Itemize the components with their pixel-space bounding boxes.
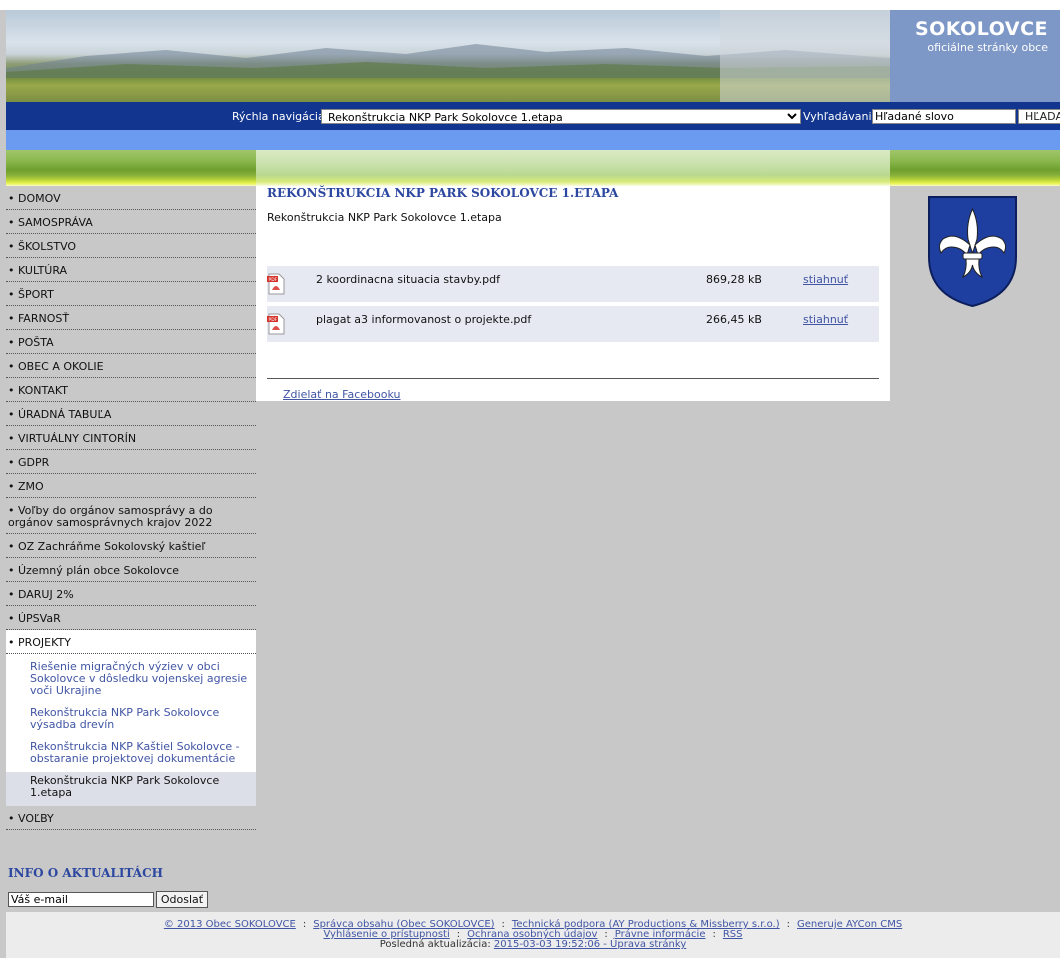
footer: © 2013 Obec SOKOLOVCE: Správca obsahu (Ob…: [6, 912, 1060, 958]
submenu-item-park-1-etapa[interactable]: Rekonštrukcia NKP Park Sokolovce 1.etapa: [6, 772, 256, 806]
site-title-box: SOKOLOVCE oficiálne stránky obce: [890, 10, 1060, 102]
newsletter-title: INFO O AKTUALITÁCH: [8, 866, 163, 880]
menu-item-upsvar[interactable]: • ÚPSVaR: [6, 606, 256, 630]
decor-band-blue: [6, 130, 1060, 150]
search-button[interactable]: HĽADAŤ: [1018, 109, 1060, 124]
submenu-item-kastiel-dokumentacia[interactable]: Rekonštrukcia NKP Kaštiel Sokolovce - ob…: [6, 738, 256, 772]
footer-rss-link[interactable]: RSS: [723, 929, 743, 940]
menu-item-zmo[interactable]: • ZMO: [6, 474, 256, 498]
file-name: plagat a3 informovanost o projekte.pdf: [316, 313, 532, 326]
menu-item-samosprava[interactable]: • SAMOSPRÁVA: [6, 210, 256, 234]
decor-band-green-center: [256, 150, 890, 186]
menu-item-uradna-tabula[interactable]: • ÚRADNÁ TABUĽA: [6, 402, 256, 426]
pdf-icon: PDF: [267, 273, 285, 295]
file-row: PDF 2 koordinacna situacia stavby.pdf 86…: [267, 266, 879, 302]
sidebar-menu: • DOMOV • SAMOSPRÁVA • ŠKOLSTVO • KULTÚR…: [6, 186, 256, 830]
file-row: PDF plagat a3 informovanost o projekte.p…: [267, 306, 879, 342]
menu-item-gdpr[interactable]: • GDPR: [6, 450, 256, 474]
projekty-submenu: Riešenie migračných výziev v obci Sokolo…: [6, 654, 256, 806]
menu-item-volby[interactable]: • VOĽBY: [6, 806, 256, 830]
menu-item-daruj[interactable]: • DARUJ 2%: [6, 582, 256, 606]
main-content: REKONŠTRUKCIA NKP PARK SOKOLOVCE 1.ETAPA…: [256, 186, 890, 401]
content-divider: [267, 378, 879, 379]
svg-text:PDF: PDF: [269, 277, 278, 283]
site-title: SOKOLOVCE: [914, 18, 1048, 40]
menu-item-virtualny-cintorin[interactable]: • VIRTUÁLNY CINTORÍN: [6, 426, 256, 450]
menu-item-volby-2022[interactable]: • Voľby do orgánov samosprávy a do orgán…: [6, 498, 256, 534]
search-input[interactable]: [872, 109, 1016, 124]
download-link[interactable]: stiahnuť: [803, 313, 848, 326]
svg-text:PDF: PDF: [269, 317, 278, 323]
menu-item-uzemny-plan[interactable]: • Územný plán obce Sokolovce: [6, 558, 256, 582]
coat-of-arms-lily-icon: [928, 196, 1017, 308]
newsletter-send-button[interactable]: Odoslať: [156, 891, 208, 908]
file-name: 2 koordinacna situacia stavby.pdf: [316, 273, 500, 286]
menu-item-skolstvo[interactable]: • ŠKOLSTVO: [6, 234, 256, 258]
newsletter-email-input[interactable]: [8, 892, 154, 907]
menu-item-kontakt[interactable]: • KONTAKT: [6, 378, 256, 402]
quick-nav-select[interactable]: Rekonštrukcia NKP Park Sokolovce 1.etapa: [321, 109, 801, 124]
footer-copyright-link[interactable]: © 2013 Obec SOKOLOVCE: [164, 919, 296, 930]
site-subtitle: oficiálne stránky obce: [927, 41, 1048, 54]
footer-last-update-label: Posledná aktualizácia:: [379, 939, 491, 950]
menu-item-oz-kastiel[interactable]: • OZ Zachráňme Sokolovský kaštieľ: [6, 534, 256, 558]
decor-band-green: [6, 150, 1060, 186]
menu-item-domov[interactable]: • DOMOV: [6, 186, 256, 210]
quick-nav-label: Rýchla navigácia:: [232, 110, 329, 123]
footer-last-update-link[interactable]: 2015-03-03 19:52:06 - Úprava stránky: [494, 939, 686, 950]
footer-line-3: Posledná aktualizácia: 2015-03-03 19:52:…: [6, 940, 1060, 950]
footer-cms-link[interactable]: Generuje AYCon CMS: [797, 919, 902, 930]
menu-item-farnost[interactable]: • FARNOSŤ: [6, 306, 256, 330]
menu-item-projekty[interactable]: • PROJEKTY: [6, 630, 256, 654]
pdf-icon: PDF: [267, 313, 285, 335]
download-link[interactable]: stiahnuť: [803, 273, 848, 286]
page-subtitle: Rekonštrukcia NKP Park Sokolovce 1.etapa: [267, 211, 502, 224]
banner-fade: [720, 10, 890, 102]
navigation-bar: Rýchla navigácia: Rekonštrukcia NKP Park…: [6, 102, 1060, 130]
submenu-item-migracne-vyzvy[interactable]: Riešenie migračných výziev v obci Sokolo…: [6, 658, 256, 704]
menu-item-posta[interactable]: • POŠTA: [6, 330, 256, 354]
page-title: REKONŠTRUKCIA NKP PARK SOKOLOVCE 1.ETAPA: [267, 186, 619, 200]
submenu-item-park-vysadba[interactable]: Rekonštrukcia NKP Park Sokolovce výsadba…: [6, 704, 256, 738]
file-size: 266,45 kB: [706, 313, 762, 326]
search-label: Vyhľadávanie:: [803, 110, 883, 123]
menu-item-sport[interactable]: • ŠPORT: [6, 282, 256, 306]
menu-item-obec-a-okolie[interactable]: • OBEC A OKOLIE: [6, 354, 256, 378]
facebook-share-link[interactable]: Zdielať na Facebooku: [283, 388, 400, 401]
header-banner-image: [6, 10, 890, 102]
top-strip: [0, 0, 1060, 10]
file-size: 869,28 kB: [706, 273, 762, 286]
menu-item-kultura[interactable]: • KULTÚRA: [6, 258, 256, 282]
